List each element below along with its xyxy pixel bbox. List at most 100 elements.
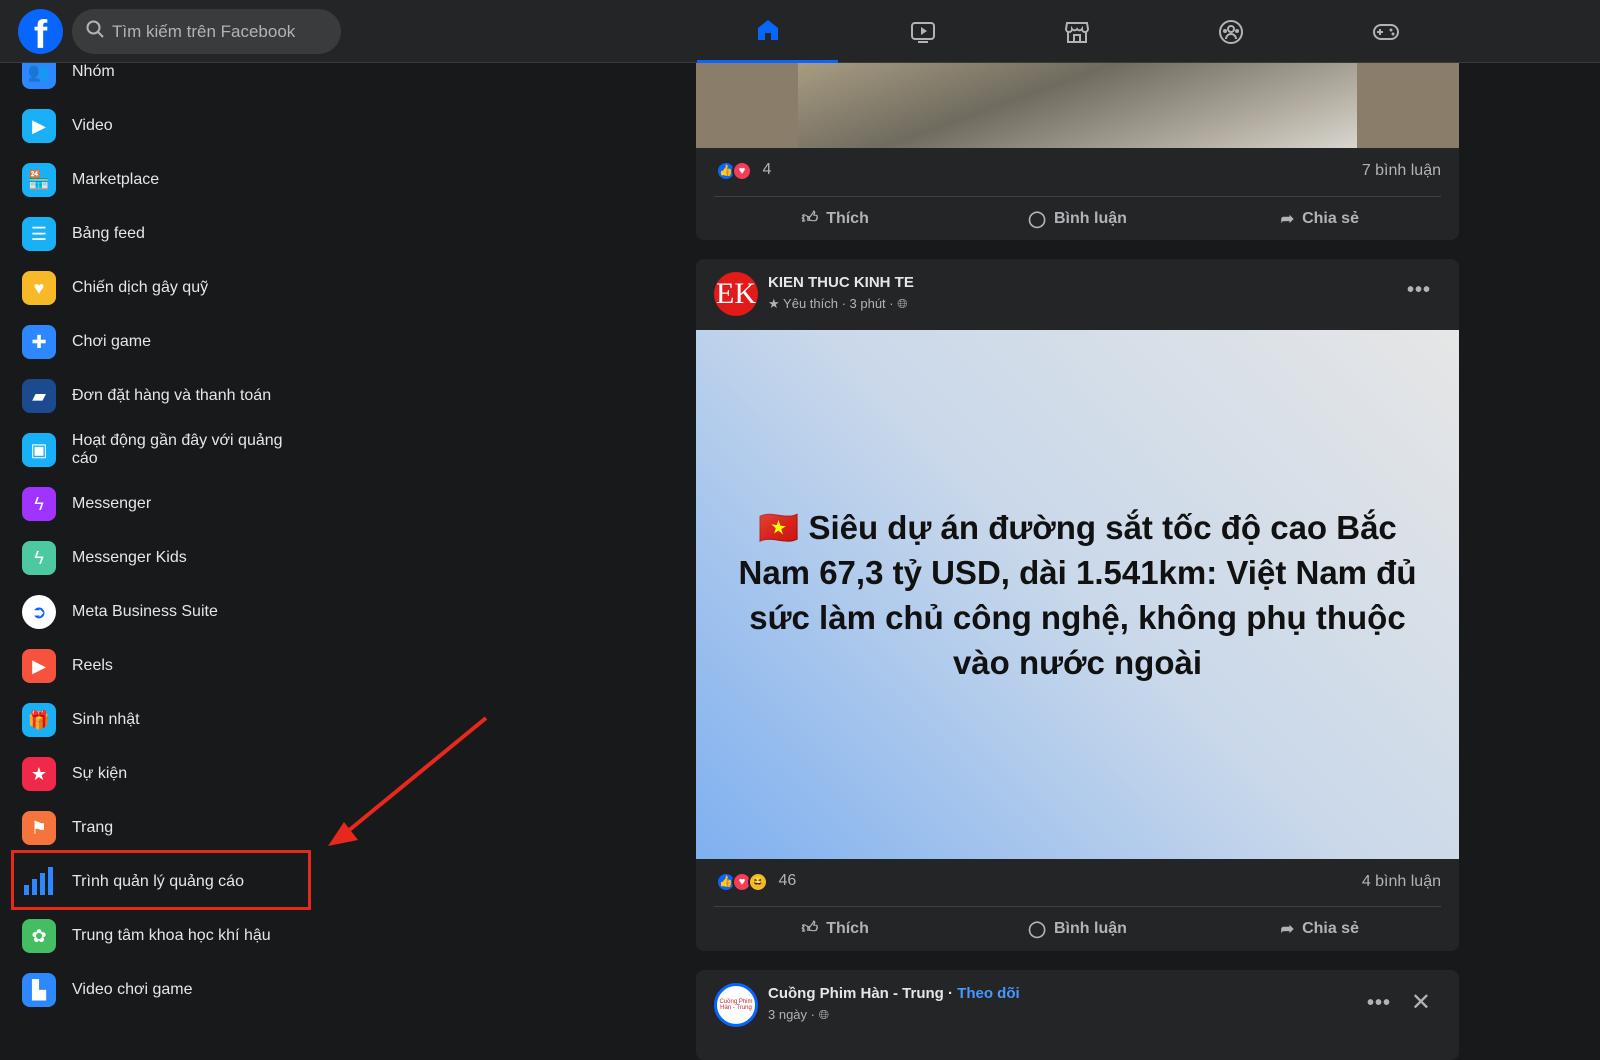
gift-icon: 🎁 (22, 703, 56, 737)
sidebar-item-label: Video chơi game (72, 981, 193, 998)
sidebar-item[interactable]: ▰ Đơn đặt hàng và thanh toán (12, 371, 312, 421)
share-arrow-icon: ➦ (1280, 920, 1295, 938)
author-name[interactable]: KIEN THUC KINH TE (768, 274, 914, 291)
messenger-icon: ϟ (22, 487, 56, 521)
sidebar-item-label: Trung tâm khoa học khí hậu (72, 927, 271, 944)
share-button[interactable]: ➦ Chia sẻ (1199, 209, 1441, 229)
sidebar-item[interactable]: 🎁 Sinh nhật (12, 695, 312, 745)
gaming-video-icon: ▙ (22, 973, 56, 1007)
payment-card-icon: ▰ (22, 379, 56, 413)
sidebar-item-label: Sinh nhật (72, 711, 140, 728)
sidebar-item[interactable]: ϟ Messenger (12, 479, 312, 529)
sidebar-item[interactable]: 🏪 Marketplace (12, 155, 312, 205)
comment-bubble-icon: ◯ (1028, 920, 1046, 938)
search-icon (86, 20, 104, 43)
share-button[interactable]: ➦ Chia sẻ (1199, 919, 1441, 939)
annotation-highlight-box (11, 850, 311, 910)
sidebar-item-label: Hoạt động gần đây với quảng cáo (71, 432, 283, 467)
sidebar-item-label: Đơn đặt hàng và thanh toán (72, 387, 272, 404)
post-meta: 3 ngày · (768, 1007, 815, 1022)
ad-activity-icon: ▣ (22, 433, 56, 467)
love-reaction-icon: ♥ (732, 161, 752, 181)
video-icon: ▶ (22, 109, 56, 143)
post-card: Cuồng Phim Hàn - Trung Cuồng Phim Hàn - … (696, 970, 1459, 1060)
more-options-button[interactable]: ••• (1367, 992, 1391, 1015)
sidebar-item[interactable]: ♥ Chiến dịch gây quỹ (12, 263, 312, 313)
post-actions: 👍︎ Thích ◯ Bình luận ➦ Chia sẻ (714, 196, 1441, 240)
sidebar-item-label: Bảng feed (72, 225, 145, 242)
sidebar-item-label: Sự kiện (72, 765, 128, 782)
sidebar-item[interactable]: ☰ Bảng feed (12, 209, 312, 259)
sidebar-item-label: Meta Business Suite (72, 603, 218, 620)
reaction-bar: 👍 ♥ 4 7 bình luận (716, 161, 1441, 181)
comment-count[interactable]: 7 bình luận (1362, 162, 1441, 180)
author-avatar[interactable]: EK (714, 272, 758, 316)
thumbs-up-icon: 👍︎ (801, 920, 819, 937)
close-icon[interactable]: ✕ (1411, 988, 1431, 1017)
comment-bubble-icon: ◯ (1028, 210, 1046, 228)
sidebar-item[interactable]: ✚ Chơi game (12, 317, 312, 367)
post-card: EK KIEN THUC KINH TE ★ Yêu thích · 3 phú… (696, 259, 1459, 951)
comment-button[interactable]: ◯ Bình luận (956, 209, 1198, 229)
top-header: f (0, 0, 1600, 63)
reaction-count[interactable]: 4 (762, 161, 771, 178)
search-input[interactable] (112, 21, 332, 42)
like-button[interactable]: 👍︎ Thích (714, 209, 956, 228)
post-actions: 👍︎ Thích ◯ Bình luận ➦ Chia sẻ (714, 906, 1441, 950)
sidebar-item-label: Marketplace (72, 171, 160, 188)
calendar-star-icon: ★ (22, 757, 56, 791)
facebook-logo[interactable]: f (18, 9, 63, 54)
author-avatar[interactable]: Cuồng Phim Hàn - Trung (714, 983, 758, 1027)
feeds-icon: ☰ (22, 217, 56, 251)
author-name[interactable]: Cuồng Phim Hàn - Trung (768, 985, 944, 1002)
post-card: 👍 ♥ 4 7 bình luận 👍︎ Thích ◯ Bình luận ➦ Chi… (696, 40, 1459, 240)
nav-video[interactable] (852, 0, 993, 63)
sidebar-item[interactable]: ▙ Video chơi game (12, 965, 312, 1015)
climate-plant-icon: ✿ (22, 919, 56, 953)
fundraiser-heart-icon: ♥ (22, 271, 56, 305)
sidebar-item-label: Nhóm (72, 63, 115, 80)
nav-groups[interactable] (1160, 0, 1301, 63)
sidebar-item-label: Video (72, 117, 113, 134)
post-image[interactable]: 🇻🇳 Siêu dự án đường sắt tốc độ cao Bắc N… (696, 330, 1459, 859)
reels-icon: ▶ (22, 649, 56, 683)
sidebar-item[interactable]: ▶ Video (12, 101, 312, 151)
groups-icon (1218, 19, 1243, 44)
sidebar-item-label: Messenger Kids (72, 549, 187, 566)
marketplace-icon (1064, 21, 1089, 43)
sidebar-item[interactable]: ▣ Hoạt động gần đây với quảng cáo (12, 425, 312, 475)
reaction-count[interactable]: 46 (778, 872, 796, 889)
haha-reaction-icon: 😆 (748, 872, 768, 892)
post-image-text: 🇻🇳 Siêu dự án đường sắt tốc độ cao Bắc N… (738, 508, 1417, 681)
sidebar-item-label: Messenger (72, 495, 152, 512)
annotation-arrow (328, 716, 488, 846)
messenger-kids-icon: ϟ (22, 541, 56, 575)
marketplace-icon: 🏪 (22, 163, 56, 197)
home-icon (757, 20, 778, 40)
sidebar-item[interactable]: ➲ Meta Business Suite (12, 587, 312, 637)
follow-link[interactable]: Theo dõi (957, 985, 1020, 1002)
nav-home[interactable] (697, 0, 838, 63)
gamepad-icon: ✚ (22, 325, 56, 359)
search-box[interactable] (72, 9, 341, 54)
comment-button[interactable]: ◯ Bình luận (956, 919, 1198, 939)
nav-gaming[interactable] (1315, 0, 1456, 63)
sidebar-item[interactable]: ✿ Trung tâm khoa học khí hậu (12, 911, 312, 961)
more-options-button[interactable]: ••• (1407, 279, 1431, 302)
gaming-icon (1372, 23, 1399, 40)
sidebar-item-label: Reels (72, 657, 113, 674)
sidebar-item[interactable]: ϟ Messenger Kids (12, 533, 312, 583)
sidebar-item-label: Chơi game (72, 333, 151, 350)
business-suite-icon: ➲ (22, 595, 56, 629)
nav-marketplace[interactable] (1006, 0, 1147, 63)
comment-count[interactable]: 4 bình luận (1362, 873, 1441, 891)
sidebar-item[interactable]: ⚑ Trang (12, 803, 312, 853)
video-icon (910, 21, 935, 43)
share-arrow-icon: ➦ (1280, 210, 1295, 228)
post-image[interactable] (696, 63, 1459, 148)
sidebar-item[interactable]: ★ Sự kiện (12, 749, 312, 799)
star-icon: ★ (768, 296, 780, 311)
like-button[interactable]: 👍︎ Thích (714, 919, 956, 938)
sidebar-item-label: Trang (72, 819, 114, 836)
sidebar-item[interactable]: ▶ Reels (12, 641, 312, 691)
